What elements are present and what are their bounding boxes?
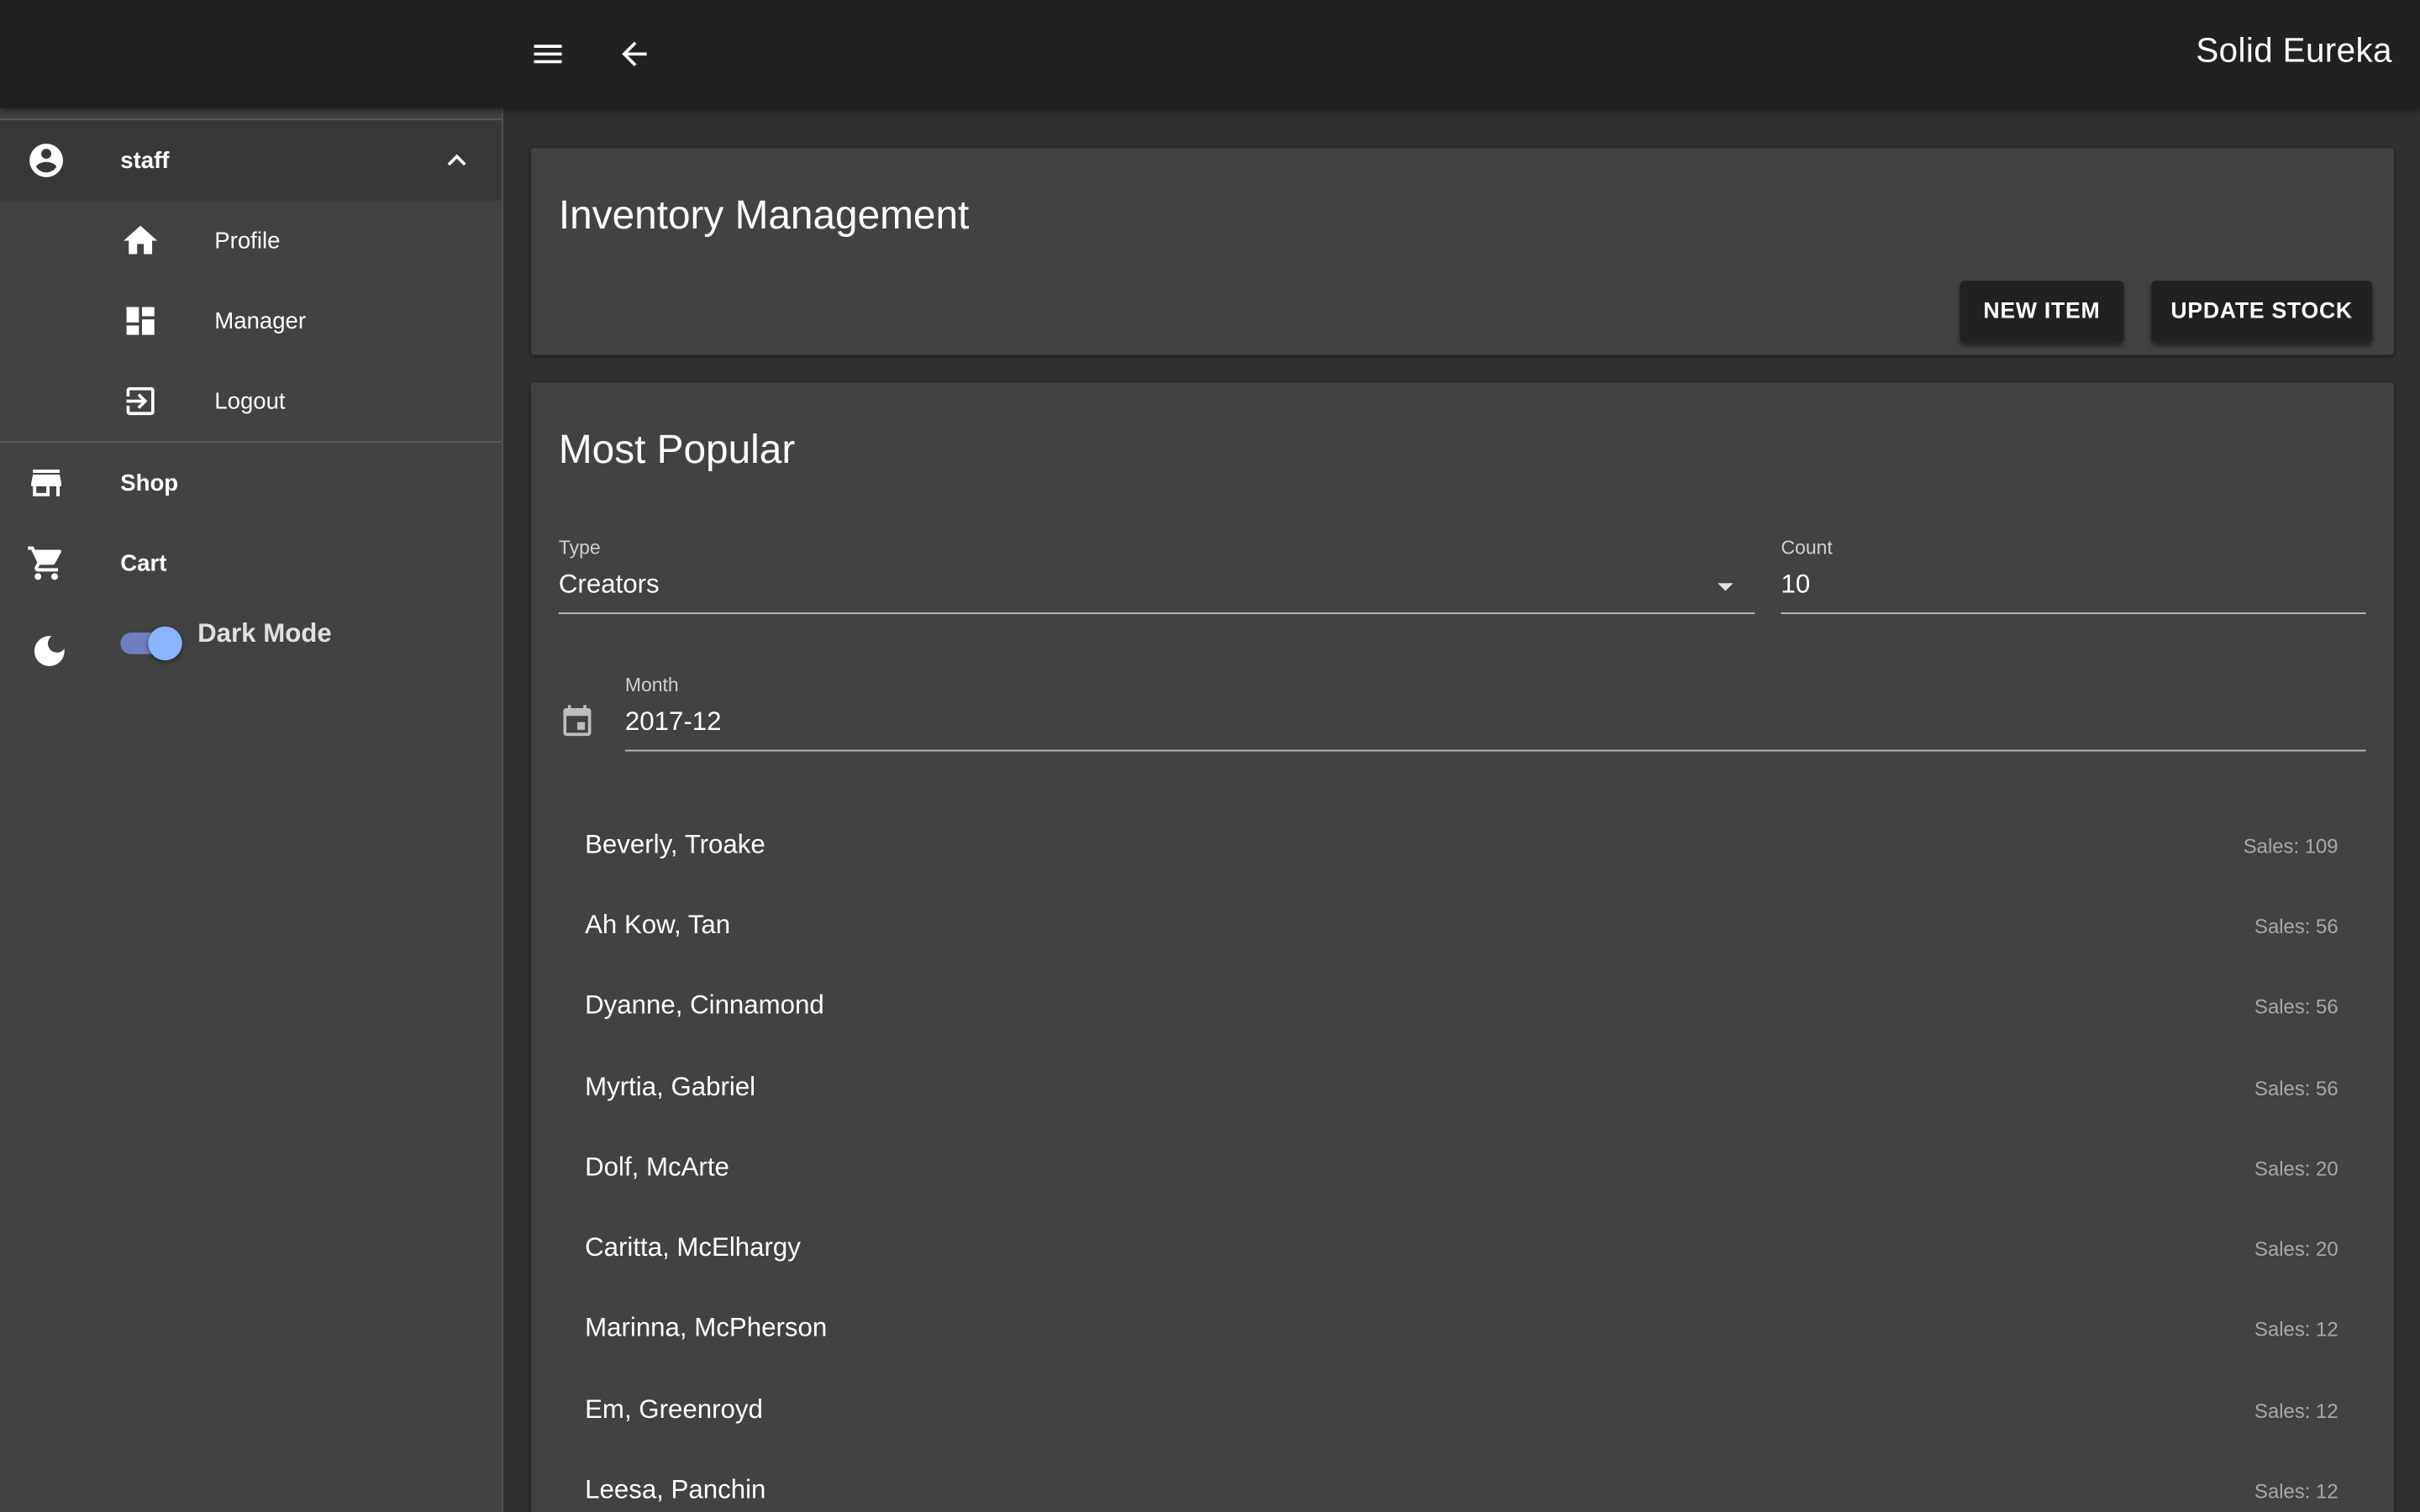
- sales-count: Sales: 109: [2243, 833, 2338, 858]
- field-underline: [558, 612, 1755, 615]
- new-item-button[interactable]: NEW ITEM: [1960, 281, 2124, 343]
- most-popular-card: Most Popular Type Creators Count 10 Mont…: [530, 382, 2394, 1512]
- nav-item-label: Profile: [214, 227, 281, 255]
- type-select[interactable]: Type Creators: [558, 537, 1755, 615]
- nav-item-label: Cart: [120, 549, 167, 577]
- creator-name: Beverly, Troake: [585, 830, 765, 860]
- type-label: Type: [558, 537, 601, 559]
- count-label: Count: [1781, 537, 1833, 559]
- field-underline: [624, 749, 2366, 752]
- account-circle-icon: [26, 140, 66, 181]
- app-root: Solid Eureka staff Profile Manager Logou…: [0, 0, 2420, 1512]
- sales-count: Sales: 12: [2254, 1316, 2338, 1341]
- list-item[interactable]: Em, Greenroyd Sales: 12: [557, 1370, 2366, 1451]
- sales-count: Sales: 12: [2254, 1478, 2338, 1503]
- month-label: Month: [624, 674, 679, 696]
- nav-item-label: Manager: [214, 307, 307, 334]
- creator-name: Marinna, McPherson: [585, 1313, 828, 1342]
- list-item[interactable]: Leesa, Panchin Sales: 12: [557, 1450, 2366, 1511]
- arrow-back-icon: [622, 41, 647, 66]
- nav-item-shop[interactable]: Shop: [0, 443, 502, 523]
- list-item[interactable]: Dyanne, Cinnamond Sales: 56: [557, 966, 2366, 1047]
- sales-count: Sales: 56: [2254, 914, 2338, 937]
- dark-mode-row: Dark Mode: [0, 603, 502, 690]
- back-button[interactable]: [607, 26, 662, 81]
- inventory-title: Inventory Management: [558, 191, 970, 238]
- month-field[interactable]: Month 2017-12: [624, 674, 2366, 752]
- type-value: Creators: [558, 569, 660, 599]
- list-item[interactable]: Marinna, McPherson Sales: 12: [557, 1289, 2366, 1369]
- count-field[interactable]: Count 10: [1781, 537, 2366, 615]
- list-item[interactable]: Beverly, Troake Sales: 109: [557, 806, 2366, 886]
- menu-button[interactable]: [520, 26, 576, 81]
- dashboard-icon: [120, 301, 160, 341]
- list-item[interactable]: Caritta, McElhargy Sales: 20: [557, 1208, 2366, 1289]
- field-underline: [1781, 612, 2366, 615]
- creator-name: Em, Greenroyd: [585, 1394, 763, 1425]
- nav-item-label: Logout: [214, 387, 286, 415]
- nav-group-label: staff: [120, 147, 170, 174]
- calendar-icon[interactable]: [559, 704, 596, 741]
- inventory-card: Inventory Management NEW ITEM UPDATE STO…: [530, 148, 2394, 355]
- logout-icon: [120, 381, 160, 422]
- nav-item-manager[interactable]: Manager: [0, 281, 502, 361]
- toggle-thumb: [148, 626, 182, 661]
- creator-name: Caritta, McElhargy: [585, 1232, 801, 1263]
- moon-icon: [29, 631, 70, 671]
- cart-icon: [26, 543, 66, 584]
- home-icon: [120, 221, 160, 261]
- list-item[interactable]: Dolf, McArte Sales: 20: [557, 1128, 2366, 1209]
- dropdown-arrow-icon: [1718, 583, 1733, 591]
- list-item[interactable]: Myrtia, Gabriel Sales: 56: [557, 1047, 2366, 1128]
- creator-name: Ah Kow, Tan: [585, 910, 731, 940]
- nav-item-label: Shop: [120, 470, 179, 496]
- sales-count: Sales: 20: [2254, 1156, 2338, 1180]
- nav-item-cart[interactable]: Cart: [0, 523, 502, 604]
- nav-item-logout[interactable]: Logout: [0, 361, 502, 442]
- app-bar: Solid Eureka: [0, 0, 2420, 108]
- sales-count: Sales: 56: [2254, 994, 2338, 1018]
- menu-icon: [534, 45, 562, 64]
- list-item[interactable]: Ah Kow, Tan Sales: 56: [557, 885, 2366, 966]
- creator-name: Dyanne, Cinnamond: [585, 990, 824, 1021]
- dark-mode-toggle[interactable]: [120, 622, 182, 664]
- creator-name: Myrtia, Gabriel: [585, 1072, 756, 1102]
- drawer-top-divider: [0, 108, 502, 121]
- most-popular-title: Most Popular: [558, 425, 796, 473]
- count-value: 10: [1781, 569, 1811, 599]
- chevron-up-icon[interactable]: [437, 140, 477, 181]
- sales-count: Sales: 56: [2254, 1076, 2338, 1100]
- month-value: 2017-12: [624, 706, 722, 737]
- sales-count: Sales: 20: [2254, 1236, 2338, 1260]
- nav-drawer: staff Profile Manager Logout Shop Cart D…: [0, 108, 503, 1512]
- sales-count: Sales: 12: [2254, 1398, 2338, 1422]
- nav-item-profile[interactable]: Profile: [0, 201, 502, 281]
- nav-group-staff[interactable]: staff: [0, 120, 502, 201]
- creator-name: Dolf, McArte: [585, 1152, 729, 1182]
- app-title: Solid Eureka: [2196, 30, 2392, 70]
- update-stock-button[interactable]: UPDATE STOCK: [2151, 281, 2373, 343]
- creator-name: Leesa, Panchin: [585, 1474, 766, 1504]
- store-icon: [26, 463, 66, 503]
- dark-mode-label: Dark Mode: [197, 618, 332, 648]
